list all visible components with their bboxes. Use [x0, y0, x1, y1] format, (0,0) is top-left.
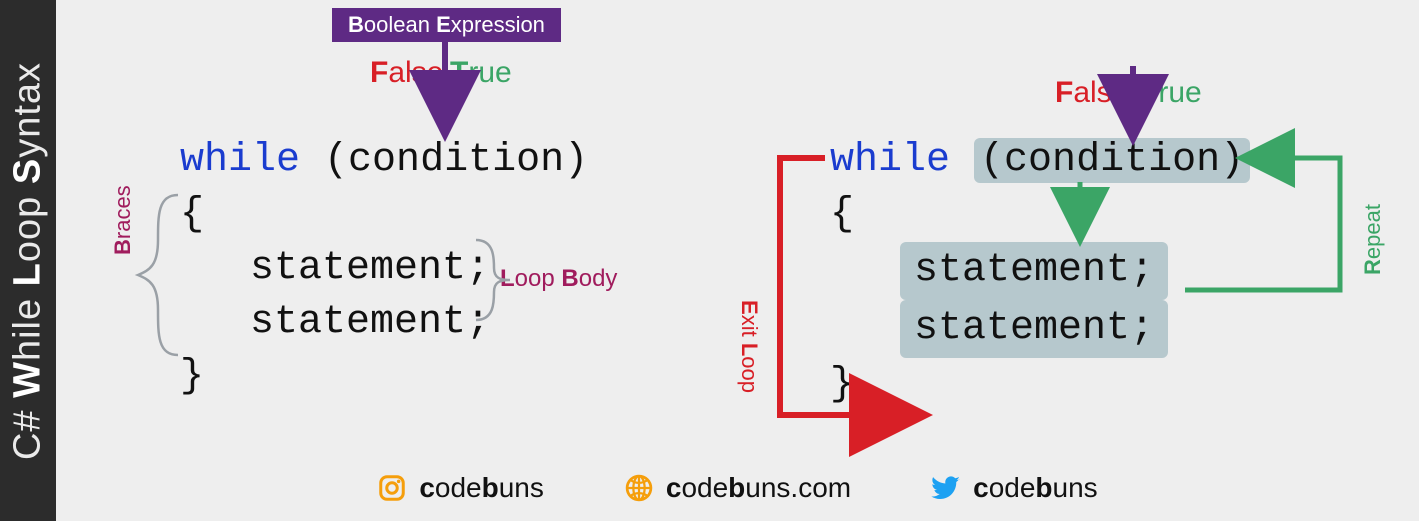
brace-close-left: }	[180, 350, 588, 404]
braces-annotation: Braces	[110, 185, 136, 255]
false-label-left: False	[370, 56, 443, 90]
footer: codebuns codebuns.com codebuns	[56, 463, 1419, 513]
sidebar: C# While Loop Syntax	[0, 0, 56, 521]
statement2-right: statement;	[900, 300, 1168, 358]
keyword-while-right: while	[830, 138, 950, 183]
repeat-annotation: Repeat	[1360, 204, 1386, 275]
globe-icon	[624, 473, 654, 503]
loop-body-annotation: Loop Body	[500, 265, 617, 293]
brace-close-right: }	[830, 358, 1250, 412]
sidebar-title: C# While Loop Syntax	[7, 61, 50, 459]
brace-open-left: {	[180, 188, 588, 242]
true-label-left: True	[450, 56, 512, 90]
statement2-left: statement;	[180, 296, 588, 350]
boolean-expression-box: Boolean Expression	[332, 8, 561, 42]
code-right: while (condition) { statement; statement…	[830, 134, 1250, 412]
false-label-right: False	[1055, 76, 1128, 110]
braces-bracket-icon	[138, 195, 178, 355]
true-label-right: True	[1140, 76, 1202, 110]
condition-left: (condition)	[324, 138, 588, 183]
keyword-while-left: while	[180, 138, 300, 183]
statement1-right: statement;	[900, 242, 1168, 300]
footer-instagram: codebuns	[377, 472, 544, 504]
exit-loop-annotation: Exit Loop	[736, 300, 762, 393]
twitter-icon	[931, 473, 961, 503]
footer-web: codebuns.com	[624, 472, 851, 504]
instagram-icon	[377, 473, 407, 503]
brace-open-right: {	[830, 188, 1250, 242]
footer-twitter: codebuns	[931, 472, 1098, 504]
condition-right: (condition)	[974, 138, 1250, 183]
